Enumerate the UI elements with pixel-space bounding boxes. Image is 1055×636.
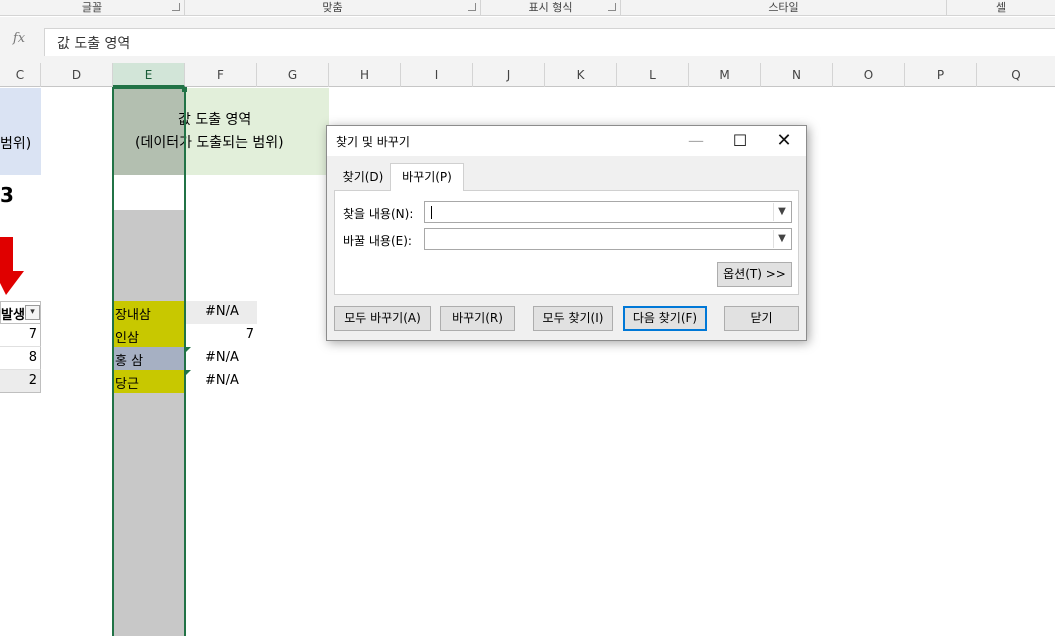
column-header-l[interactable]: L bbox=[617, 63, 689, 87]
tab-find[interactable]: 찾기(D) bbox=[336, 166, 390, 190]
count-value: 3 bbox=[0, 183, 14, 207]
table-cell[interactable]: #N/A bbox=[185, 301, 257, 324]
ribbon-group-cells: 셀 bbox=[947, 0, 1055, 16]
cell-value: #N/A bbox=[205, 304, 239, 319]
cell-value: 7 bbox=[245, 327, 254, 342]
column-header-q[interactable]: Q bbox=[977, 63, 1055, 87]
ribbon-group-alignment: 맞춤 bbox=[185, 0, 481, 16]
range-header-fragment: 범위) bbox=[0, 136, 32, 152]
value-area-title: 값 도출 영역 bbox=[178, 112, 252, 128]
dialog-titlebar[interactable]: 찾기 및 바꾸기 — ☐ ✕ bbox=[327, 126, 806, 156]
find-replace-dialog: 찾기 및 바꾸기 — ☐ ✕ 찾기(D) 바꾸기(P) 찾을 내용(N): ▼ … bbox=[326, 125, 807, 341]
ribbon-group-labels: 글꼴 맞춤 표시 형식 스타일 셀 bbox=[0, 0, 1055, 16]
fx-icon[interactable]: fx bbox=[4, 28, 34, 50]
ribbon-group-font: 글꼴 bbox=[0, 0, 185, 16]
find-input[interactable]: ▼ bbox=[424, 201, 792, 223]
minimize-icon[interactable]: — bbox=[674, 126, 718, 156]
formula-input[interactable]: 값 도출 영역 bbox=[44, 28, 1055, 56]
options-button[interactable]: 옵션(T) >> bbox=[717, 262, 792, 287]
table-cell[interactable]: 2 bbox=[0, 370, 41, 393]
close-icon[interactable]: ✕ bbox=[762, 126, 806, 156]
excel-window: 글꼴 맞춤 표시 형식 스타일 셀 fx 값 도출 영역 C D E F G H… bbox=[0, 0, 1055, 636]
table-cell[interactable]: 7 bbox=[0, 324, 41, 347]
dialog-launcher-icon[interactable] bbox=[468, 3, 476, 11]
maximize-icon[interactable]: ☐ bbox=[718, 126, 762, 156]
column-header-i[interactable]: I bbox=[401, 63, 473, 87]
find-next-button[interactable]: 다음 찾기(F) bbox=[623, 306, 707, 331]
replace-input[interactable]: ▼ bbox=[424, 228, 792, 250]
column-header-m[interactable]: M bbox=[689, 63, 761, 87]
column-header-e[interactable]: E bbox=[113, 63, 185, 87]
ribbon-group-styles: 스타일 bbox=[621, 0, 947, 16]
column-header-c[interactable]: C bbox=[0, 63, 41, 87]
column-selection-border bbox=[112, 87, 186, 636]
ribbon-group-alignment-label: 맞춤 bbox=[322, 1, 343, 14]
column-header-g[interactable]: G bbox=[257, 63, 329, 87]
close-button[interactable]: 닫기 bbox=[724, 306, 799, 331]
dialog-launcher-icon[interactable] bbox=[172, 3, 180, 11]
cell-value: 7 bbox=[28, 327, 37, 342]
range-header-cell[interactable]: 범위) bbox=[0, 88, 41, 175]
cell-value: #N/A bbox=[205, 350, 239, 365]
replace-all-button[interactable]: 모두 바꾸기(A) bbox=[334, 306, 431, 331]
column-header-k[interactable]: K bbox=[545, 63, 617, 87]
ribbon-group-number-label: 표시 형식 bbox=[528, 1, 573, 14]
cell-value: 2 bbox=[28, 373, 37, 388]
chevron-down-icon[interactable]: ▼ bbox=[773, 230, 790, 248]
table-cell[interactable]: 8 bbox=[0, 347, 41, 370]
cell-value: 8 bbox=[28, 350, 37, 365]
dialog-title: 찾기 및 바꾸기 bbox=[336, 135, 410, 149]
chevron-down-icon[interactable]: ▼ bbox=[773, 203, 790, 221]
filter-header-fragment: 발생 bbox=[1, 308, 25, 323]
find-all-button[interactable]: 모두 찾기(I) bbox=[533, 306, 613, 331]
table-cell[interactable]: #N/A bbox=[185, 347, 257, 370]
column-header-n[interactable]: N bbox=[761, 63, 833, 87]
column-headers: C D E F G H I J K L M N O P Q bbox=[0, 63, 1055, 87]
column-header-j[interactable]: J bbox=[473, 63, 545, 87]
ribbon-group-number: 표시 형식 bbox=[481, 0, 621, 16]
ribbon-group-styles-label: 스타일 bbox=[768, 1, 799, 14]
filter-header-cell[interactable]: 발생 ▾ bbox=[0, 301, 41, 324]
tab-replace[interactable]: 바꾸기(P) bbox=[390, 163, 464, 191]
replace-button[interactable]: 바꾸기(R) bbox=[440, 306, 515, 331]
column-header-h[interactable]: H bbox=[329, 63, 401, 87]
replace-panel: 찾을 내용(N): ▼ 바꿀 내용(E): ▼ 옵션(T) >> bbox=[334, 190, 799, 295]
find-label: 찾을 내용(N): bbox=[343, 207, 414, 221]
ribbon-group-font-label: 글꼴 bbox=[81, 1, 103, 14]
column-header-f[interactable]: F bbox=[185, 63, 257, 87]
table-cell[interactable]: #N/A bbox=[185, 370, 257, 393]
table-cell[interactable]: 7 bbox=[185, 324, 257, 347]
column-header-p[interactable]: P bbox=[905, 63, 977, 87]
column-header-d[interactable]: D bbox=[41, 63, 113, 87]
arrow-down-icon bbox=[0, 237, 24, 295]
cell-value: #N/A bbox=[205, 373, 239, 388]
formula-bar: fx 값 도출 영역 bbox=[0, 17, 1055, 63]
replace-label: 바꿀 내용(E): bbox=[343, 234, 412, 248]
dialog-launcher-icon[interactable] bbox=[608, 3, 616, 11]
text-caret bbox=[431, 206, 432, 219]
filter-dropdown-icon[interactable]: ▾ bbox=[25, 305, 40, 320]
column-header-o[interactable]: O bbox=[833, 63, 905, 87]
fill-handle[interactable] bbox=[182, 87, 187, 92]
ribbon-group-cells-label: 셀 bbox=[995, 1, 1007, 14]
